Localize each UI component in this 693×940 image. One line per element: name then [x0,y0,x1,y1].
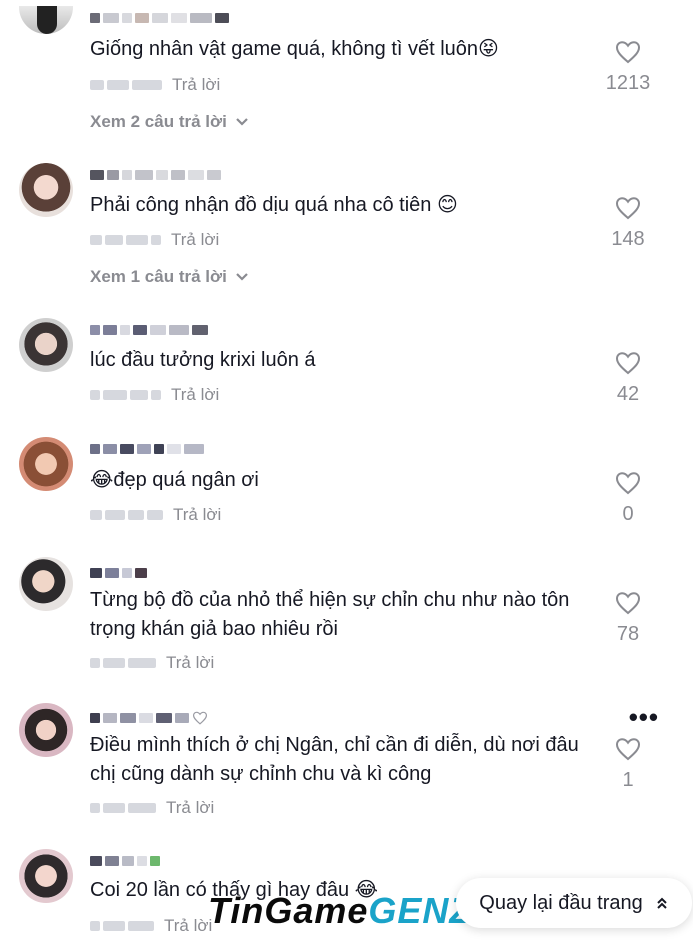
reply-button[interactable]: Trả lời [166,798,214,818]
view-replies-label: Xem 1 câu trả lời [90,267,227,286]
view-replies-button[interactable]: Xem 2 câu trả lời [90,112,249,132]
username[interactable] [90,167,260,183]
heart-outline-icon [615,352,641,375]
comment-meta: Trả lời [90,916,212,936]
avatar[interactable] [19,6,73,34]
like-button[interactable]: 1 [593,737,663,792]
like-count: 0 [622,503,634,525]
reply-button[interactable]: Trả lời [166,653,214,673]
comment-text: 😂đẹp quá ngân ơi [90,469,259,491]
heart-outline-icon [615,592,641,615]
like-count: 42 [616,383,640,405]
username[interactable] [90,853,260,869]
comment-text: lúc đầu tưởng krixi luôn á [90,349,316,371]
username[interactable] [90,710,260,726]
username[interactable] [90,10,260,26]
like-count: 78 [616,623,640,645]
like-count: 1 [622,769,634,791]
avatar[interactable] [19,557,73,611]
reply-button[interactable]: Trả lời [172,75,220,95]
timestamp [90,921,154,931]
view-replies-label: Xem 2 câu trả lời [90,112,227,131]
watermark-part1: TinGame [208,890,369,931]
chevron-down-icon [236,118,248,126]
comment-text: Điều mình thích ở chị Ngân, chỉ cần đi d… [90,734,579,785]
heart-outline-icon [615,41,641,64]
timestamp [90,510,163,520]
comment-text: Giống nhân vật game quá, không tì vết lu… [90,38,499,60]
watermark-logo: TinGameGENZ [208,890,472,934]
timestamp [90,390,161,400]
reply-button[interactable]: Trả lời [171,230,219,250]
username[interactable] [90,441,260,457]
view-replies-button[interactable]: Xem 1 câu trả lời [90,267,249,287]
username[interactable] [90,322,260,338]
comment-meta: Trả lời [90,505,221,525]
avatar[interactable] [19,703,73,757]
like-button[interactable]: 78 [593,591,663,646]
heart-outline-icon [192,711,208,725]
back-to-top-label: Quay lại đầu trang [479,891,643,914]
double-chevron-up-icon [657,897,667,909]
comment-text: Từng bộ đồ của nhỏ thể hiện sự chỉn chu … [90,589,570,640]
avatar[interactable] [19,849,73,903]
heart-outline-icon [615,472,641,495]
avatar[interactable] [19,163,73,217]
reply-button[interactable]: Trả lời [171,385,219,405]
username[interactable] [90,565,260,581]
timestamp [90,80,162,90]
timestamp [90,803,156,813]
comment-meta: Trả lời [90,385,219,405]
reply-button[interactable]: Trả lời [173,505,221,525]
like-button[interactable]: 1213 [593,40,663,95]
heart-outline-icon [615,738,641,761]
avatar[interactable] [19,318,73,372]
timestamp [90,235,161,245]
comment-text: Phải công nhận đồ dịu quá nha cô tiên 😊 [90,194,458,216]
like-button[interactable]: 148 [593,196,663,251]
comment-meta: Trả lời [90,230,219,250]
comment-meta: Trả lời [90,798,214,818]
more-dots-icon[interactable]: ••• [629,704,659,730]
chevron-down-icon [236,273,248,281]
like-count: 148 [611,228,645,250]
back-to-top-button[interactable]: Quay lại đầu trang [456,878,692,928]
comment-meta: Trả lời [90,75,220,95]
comment-meta: Trả lời [90,653,214,673]
timestamp [90,658,156,668]
like-button[interactable]: 42 [593,351,663,406]
avatar[interactable] [19,437,73,491]
reply-button[interactable]: Trả lời [164,916,212,936]
like-count: 1213 [605,72,651,94]
heart-outline-icon [615,197,641,220]
like-button[interactable]: 0 [593,471,663,526]
